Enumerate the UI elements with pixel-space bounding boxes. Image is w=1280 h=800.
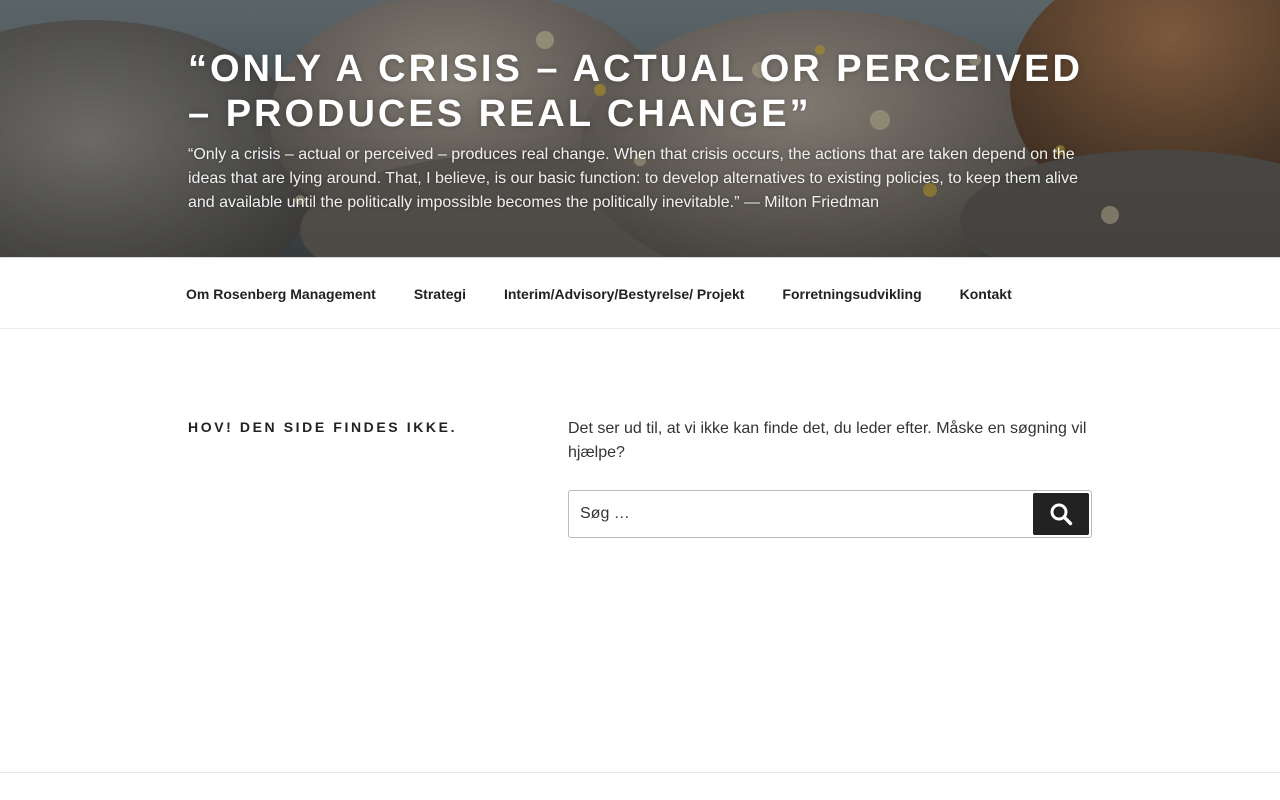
nav-item-strategi[interactable]: Strategi [395, 286, 485, 302]
nav-item-interim-advisory[interactable]: Interim/Advisory/Bestyrelse/ Projekt [485, 286, 763, 302]
main-navigation: Om Rosenberg Management Strategi Interim… [0, 257, 1280, 329]
search-button[interactable] [1033, 493, 1089, 535]
nav-item-om-rosenberg-management[interactable]: Om Rosenberg Management [167, 286, 395, 302]
footer-divider [0, 772, 1280, 773]
nav-item-forretningsudvikling[interactable]: Forretningsudvikling [763, 286, 940, 302]
nav-item-kontakt[interactable]: Kontakt [941, 286, 1031, 302]
search-input[interactable] [569, 491, 1029, 537]
nav-menu: Om Rosenberg Management Strategi Interim… [167, 258, 1031, 330]
site-header: “Only a crisis – actual or perceived – p… [0, 0, 1280, 257]
site-description: “Only a crisis – actual or perceived – p… [188, 146, 1078, 211]
page-title: Hov! Den side findes ikke. [188, 419, 458, 435]
site-branding: “Only a crisis – actual or perceived – p… [188, 47, 1088, 215]
main-content: Hov! Den side findes ikke. Det ser ud ti… [0, 330, 1280, 772]
not-found-message: Det ser ud til, at vi ikke kan finde det… [568, 420, 1087, 461]
site-title[interactable]: “Only a crisis – actual or perceived – p… [188, 47, 1088, 137]
search-form [568, 490, 1092, 538]
search-icon [1050, 503, 1073, 526]
